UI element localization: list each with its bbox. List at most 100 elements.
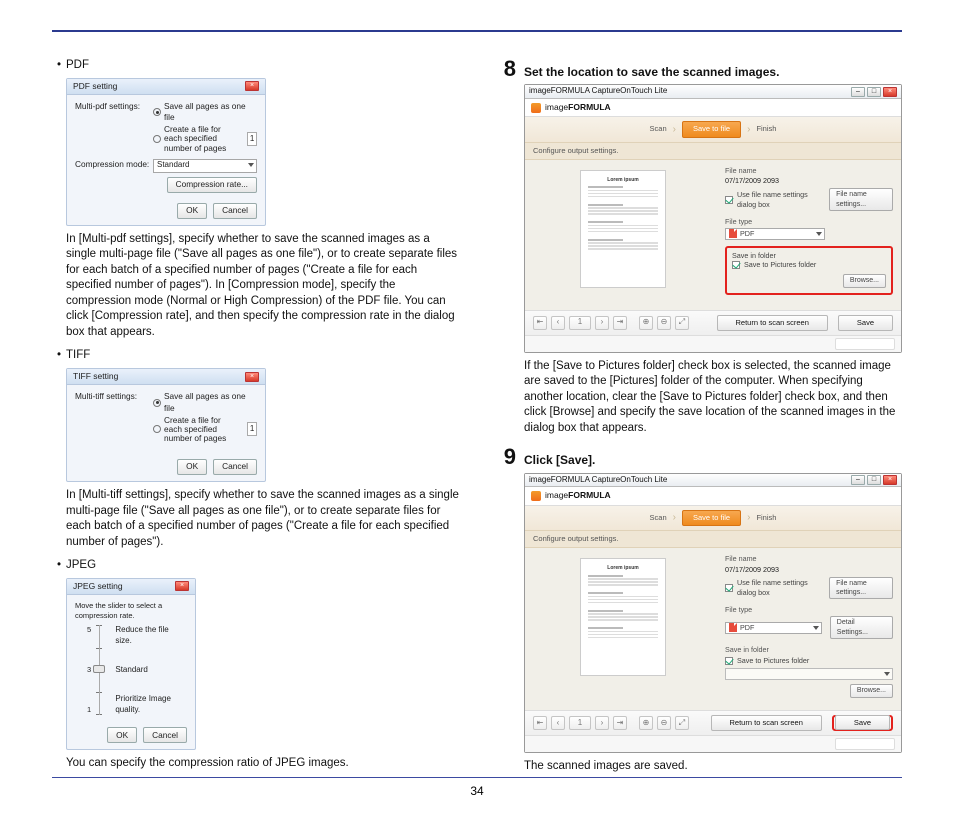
prev-page-icon[interactable]: ‹ (551, 316, 565, 330)
next-page-icon[interactable]: › (595, 716, 609, 730)
filename-settings-button[interactable]: File name settings... (829, 577, 893, 600)
zoom-in-icon[interactable]: ⊕ (639, 316, 653, 330)
jpeg-dialog-title: JPEG setting (73, 581, 123, 592)
filename-group-label: File name (725, 554, 893, 564)
status-pill (835, 338, 895, 350)
save-pictures-checkbox[interactable] (732, 261, 740, 269)
step-number-9: 9 (494, 446, 516, 468)
close-icon[interactable]: × (883, 87, 897, 97)
compression-slider[interactable] (95, 625, 103, 715)
slider-mark-3: 3 (87, 665, 91, 675)
brand-text-a: image (545, 102, 568, 112)
fit-icon[interactable]: ⤢ (675, 316, 689, 330)
close-icon[interactable]: × (245, 81, 259, 91)
bullet-tiff-label: TIFF (66, 348, 90, 364)
progress-finish: Finish (756, 513, 776, 523)
next-page-icon[interactable]: › (595, 316, 609, 330)
slider-label-quality: Prioritize Image quality. (115, 694, 183, 716)
last-page-icon[interactable]: ⇥ (613, 316, 627, 330)
top-rule (52, 30, 902, 32)
radio-all-pages-label: Save all pages as one file (164, 101, 257, 123)
pages-spinner[interactable]: 1 (247, 132, 257, 146)
chevron-right-icon: › (747, 511, 750, 525)
save-pictures-label: Save to Pictures folder (737, 656, 809, 666)
ok-button[interactable]: OK (177, 459, 207, 475)
cancel-button[interactable]: Cancel (213, 459, 257, 475)
slider-thumb-icon[interactable] (93, 665, 105, 673)
page-field[interactable]: 1 (569, 716, 591, 730)
footer-rule (52, 777, 902, 778)
save-in-folder-highlight: Save in folder Save to Pictures folder B… (725, 246, 893, 295)
step-8-title: Set the location to save the scanned ima… (524, 58, 902, 80)
browse-button[interactable]: Browse... (843, 274, 886, 287)
detail-settings-button[interactable]: Detail Settings... (830, 616, 893, 639)
cancel-button[interactable]: Cancel (143, 727, 187, 743)
fit-icon[interactable]: ⤢ (675, 716, 689, 730)
ok-button[interactable]: OK (177, 203, 207, 219)
save-pictures-checkbox[interactable] (725, 657, 733, 665)
captureontouch-window-step8: imageFORMULA CaptureOnTouch Lite –□× ima… (524, 84, 902, 353)
filetype-select[interactable]: PDF (725, 228, 825, 240)
maximize-icon[interactable]: □ (867, 475, 881, 485)
subheader-text: Configure output settings. (525, 143, 901, 160)
jpeg-setting-dialog: JPEG setting × Move the slider to select… (66, 578, 196, 751)
zoom-out-icon[interactable]: ⊖ (657, 316, 671, 330)
slider-mark-1: 1 (87, 705, 91, 715)
prev-page-icon[interactable]: ‹ (551, 716, 565, 730)
radio-all-pages[interactable] (153, 399, 161, 407)
progress-scan: Scan (650, 124, 667, 134)
last-page-icon[interactable]: ⇥ (613, 716, 627, 730)
tiff-setting-dialog: TIFF setting × Multi-tiff settings: Save… (66, 368, 266, 482)
use-filename-dialog-checkbox[interactable] (725, 584, 733, 592)
preview-pane: Lorem ipsum (525, 548, 721, 710)
filename-value: 07/17/2009 2093 (725, 176, 893, 186)
return-button[interactable]: Return to scan screen (717, 315, 828, 331)
first-page-icon[interactable]: ⇤ (533, 316, 547, 330)
zoom-out-icon[interactable]: ⊖ (657, 716, 671, 730)
chevron-right-icon: › (747, 123, 750, 137)
slider-mark-5: 5 (87, 625, 91, 635)
pdf-icon (729, 229, 737, 238)
minimize-icon[interactable]: – (851, 87, 865, 97)
bullet-icon: • (52, 58, 66, 74)
filetype-group-label: File type (725, 217, 893, 227)
radio-all-pages[interactable] (153, 108, 161, 116)
compression-rate-button[interactable]: Compression rate... (167, 177, 257, 193)
brand-icon (531, 103, 541, 113)
page-field[interactable]: 1 (569, 316, 591, 330)
pdf-paragraph: In [Multi-pdf settings], specify whether… (66, 232, 460, 341)
save-button-highlight: Save (832, 715, 893, 731)
browse-button[interactable]: Browse... (850, 684, 893, 697)
folder-path-field[interactable] (725, 668, 893, 680)
captureontouch-window-step9: imageFORMULA CaptureOnTouch Lite –□× ima… (524, 473, 902, 753)
close-icon[interactable]: × (883, 475, 897, 485)
minimize-icon[interactable]: – (851, 475, 865, 485)
close-icon[interactable]: × (175, 581, 189, 591)
save-button[interactable]: Save (835, 715, 890, 730)
filetype-select[interactable]: PDF (725, 622, 822, 634)
close-icon[interactable]: × (245, 372, 259, 382)
return-button[interactable]: Return to scan screen (711, 715, 822, 731)
right-column: 8 Set the location to save the scanned i… (494, 58, 902, 783)
radio-each-file-label: Create a file for each specified number … (164, 125, 240, 152)
first-page-icon[interactable]: ⇤ (533, 716, 547, 730)
use-filename-dialog-checkbox[interactable] (725, 196, 733, 204)
bullet-icon: • (52, 348, 66, 364)
zoom-in-icon[interactable]: ⊕ (639, 716, 653, 730)
radio-all-pages-label: Save all pages as one file (164, 391, 257, 413)
savein-group-label: Save in folder (725, 645, 893, 655)
cancel-button[interactable]: Cancel (213, 203, 257, 219)
maximize-icon[interactable]: □ (867, 87, 881, 97)
pages-spinner[interactable]: 1 (247, 422, 257, 436)
save-button[interactable]: Save (838, 315, 893, 331)
radio-each-file[interactable] (153, 425, 161, 433)
compression-mode-label: Compression mode: (75, 159, 153, 173)
ok-button[interactable]: OK (107, 727, 137, 743)
bullet-jpeg-label: JPEG (66, 558, 96, 574)
radio-each-file[interactable] (153, 135, 161, 143)
filename-settings-button[interactable]: File name settings... (829, 188, 893, 211)
jpeg-instruction: Move the slider to select a compression … (75, 601, 187, 621)
filetype-value: PDF (740, 229, 754, 239)
compression-mode-select[interactable]: Standard (153, 159, 257, 173)
step-9-title: Click [Save]. (524, 446, 902, 468)
